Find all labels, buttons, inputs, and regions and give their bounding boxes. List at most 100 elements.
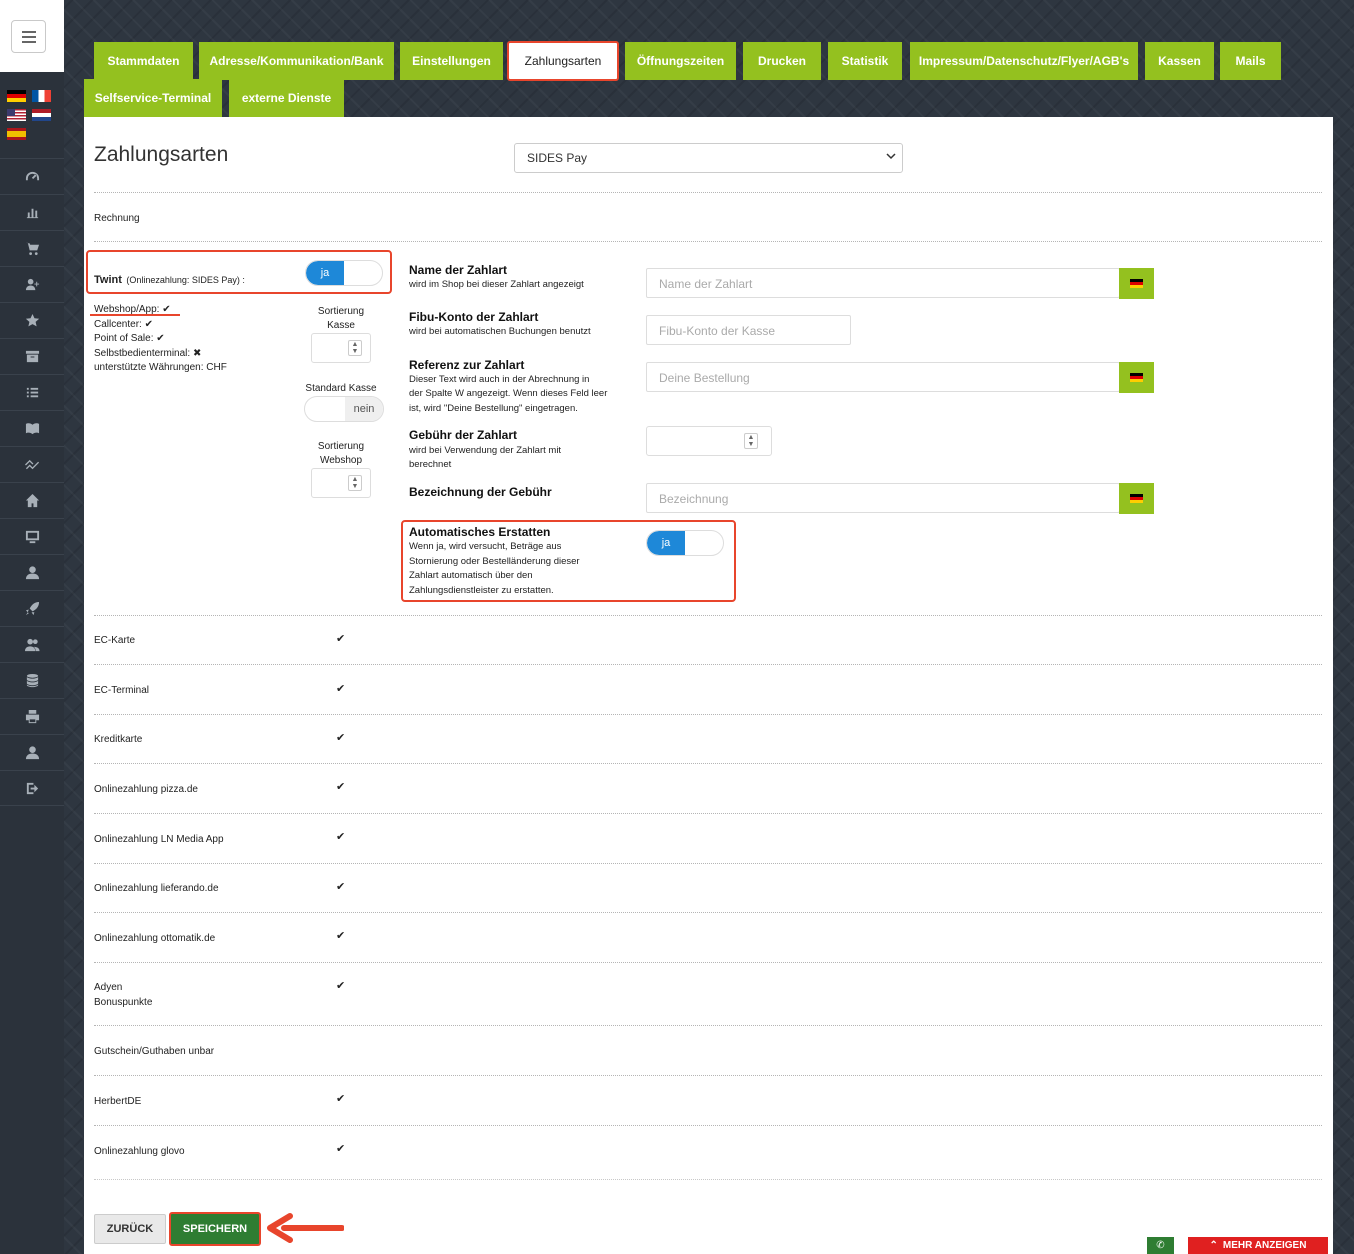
archive-icon[interactable] [0, 338, 64, 374]
divider [94, 813, 1322, 814]
star-icon[interactable] [0, 302, 64, 338]
tab-einstellungen[interactable]: Einstellungen [400, 42, 503, 80]
flag-dutch-icon[interactable] [32, 109, 51, 121]
save-button[interactable]: SPEICHERN [169, 1212, 261, 1246]
bar-chart-icon[interactable] [0, 194, 64, 230]
twint-currencies: unterstützte Währungen: CHF [94, 362, 227, 373]
hamburger-menu-icon[interactable] [11, 20, 46, 53]
payment-provider-select[interactable]: SIDES Pay [514, 143, 903, 173]
sidebar-header [0, 0, 64, 72]
twint-callcenter: Callcenter: ✔ [94, 319, 153, 330]
divider [94, 714, 1322, 715]
flag-french-icon[interactable] [32, 90, 51, 102]
divider [94, 863, 1322, 864]
show-more-button[interactable]: ⌃ MEHR ANZEIGEN [1188, 1237, 1328, 1254]
divider [94, 664, 1322, 665]
flag-english-icon[interactable] [7, 109, 26, 121]
referenz-desc-2: der Spalte W angezeigt. Wenn dieses Feld… [409, 388, 608, 399]
payment-row-label: Kreditkarte [94, 734, 143, 745]
tab-oeffnungszeiten[interactable]: Öffnungszeiten [625, 42, 736, 80]
chevron-up-icon: ⌃ [1209, 1240, 1218, 1251]
standard-kasse-label: Standard Kasse [305, 383, 377, 394]
trend-icon[interactable] [0, 446, 64, 482]
german-translation-button[interactable] [1119, 483, 1154, 514]
database-icon[interactable] [0, 662, 64, 698]
referenz-input[interactable]: Deine Bestellung [646, 362, 1120, 392]
tab-adresse[interactable]: Adresse/Kommunikation/Bank [199, 42, 394, 80]
add-user-icon[interactable] [0, 266, 64, 302]
logout-icon[interactable] [0, 770, 64, 806]
auto-refund-desc-2: Stornierung oder Bestelländerung dieser [409, 556, 580, 567]
phone-button[interactable]: ✆ [1147, 1237, 1174, 1254]
check-icon: ✔ [336, 633, 346, 645]
auto-refund-desc-3: Zahlart automatisch über den [409, 570, 533, 581]
name-input[interactable]: Name der Zahlart [646, 268, 1120, 298]
referenz-title: Referenz zur Zahlart [409, 358, 525, 372]
account-icon[interactable] [0, 734, 64, 770]
divider [94, 1025, 1322, 1026]
twint-toggle[interactable]: ja [305, 260, 383, 286]
printer-icon[interactable] [0, 698, 64, 734]
twint-point-of-sale: Point of Sale: ✔ [94, 333, 165, 344]
divider [94, 912, 1322, 913]
tab-kassen[interactable]: Kassen [1145, 42, 1214, 80]
twint-title: Twint (Onlinezahlung: SIDES Pay) : [94, 270, 245, 288]
name-desc: wird im Shop bei dieser Zahlart angezeig… [409, 279, 584, 290]
book-icon[interactable] [0, 410, 64, 446]
shopping-cart-icon[interactable] [0, 230, 64, 266]
flag-german-icon[interactable] [7, 90, 26, 102]
german-translation-button[interactable] [1119, 268, 1154, 299]
divider [94, 615, 1322, 616]
standard-kasse-toggle[interactable]: nein [304, 396, 384, 422]
auto-refund-title: Automatisches Erstatten [409, 525, 551, 539]
tab-selfservice-terminal[interactable]: Selfservice-Terminal [84, 79, 222, 117]
check-icon: ✔ [336, 781, 346, 793]
tab-stammdaten[interactable]: Stammdaten [94, 42, 193, 80]
stepper-icon[interactable]: ▲ ▼ [744, 433, 758, 449]
stepper-icon[interactable]: ▲ ▼ [348, 340, 362, 356]
list-icon[interactable] [0, 374, 64, 410]
name-title: Name der Zahlart [409, 263, 508, 277]
check-icon: ✔ [336, 831, 346, 843]
home-icon[interactable] [0, 482, 64, 518]
tab-externe-dienste[interactable]: externe Dienste [229, 79, 344, 117]
twint-subtitle: (Onlinezahlung: SIDES Pay) : [126, 275, 245, 285]
divider [94, 241, 1322, 242]
payment-row-label-2: Bonuspunkte [94, 997, 153, 1008]
divider [94, 1179, 1322, 1180]
check-icon: ✔ [336, 881, 346, 893]
tab-mails[interactable]: Mails [1220, 42, 1281, 80]
users-icon[interactable] [0, 626, 64, 662]
tab-statistik[interactable]: Statistik [828, 42, 902, 80]
german-translation-button[interactable] [1119, 362, 1154, 393]
twint-name: Twint [94, 274, 122, 286]
stepper-icon[interactable]: ▲ ▼ [348, 475, 362, 491]
check-icon: ✔ [336, 1143, 346, 1155]
divider [94, 763, 1322, 764]
monitor-icon[interactable] [0, 518, 64, 554]
user-icon[interactable] [0, 554, 64, 590]
tab-zahlungsarten[interactable]: Zahlungsarten [507, 41, 619, 81]
rocket-icon[interactable] [0, 590, 64, 626]
sort-kasse-input[interactable]: ▲ ▼ [311, 333, 371, 363]
bezeichnung-input[interactable]: Bezeichnung [646, 483, 1120, 513]
payment-row-label: Onlinezahlung LN Media App [94, 834, 224, 845]
standard-kasse-toggle-off: nein [345, 397, 383, 421]
back-button[interactable]: ZURÜCK [94, 1214, 166, 1244]
payment-row-label: Onlinezahlung lieferando.de [94, 883, 219, 894]
referenz-desc-3: ist, wird "Deine Bestellung" eingetragen… [409, 403, 578, 414]
page-title: Zahlungsarten [94, 143, 229, 166]
payment-row-label: Adyen [94, 982, 123, 993]
rechnung-label: Rechnung [94, 213, 140, 224]
dashboard-icon[interactable] [0, 158, 64, 194]
tab-impressum[interactable]: Impressum/Datenschutz/Flyer/AGB's [910, 42, 1138, 80]
divider [94, 1075, 1322, 1076]
auto-refund-toggle[interactable]: ja [646, 530, 724, 556]
gebuehr-input[interactable]: ▲ ▼ [646, 426, 772, 456]
sort-webshop-input[interactable]: ▲ ▼ [311, 468, 371, 498]
tab-drucken[interactable]: Drucken [743, 42, 821, 80]
auto-refund-desc-1: Wenn ja, wird versucht, Beträge aus [409, 541, 562, 552]
flag-spanish-icon[interactable] [7, 128, 26, 140]
fibu-input[interactable]: Fibu-Konto der Kasse [646, 315, 851, 345]
sort-webshop-label-2: Webshop [319, 455, 363, 466]
